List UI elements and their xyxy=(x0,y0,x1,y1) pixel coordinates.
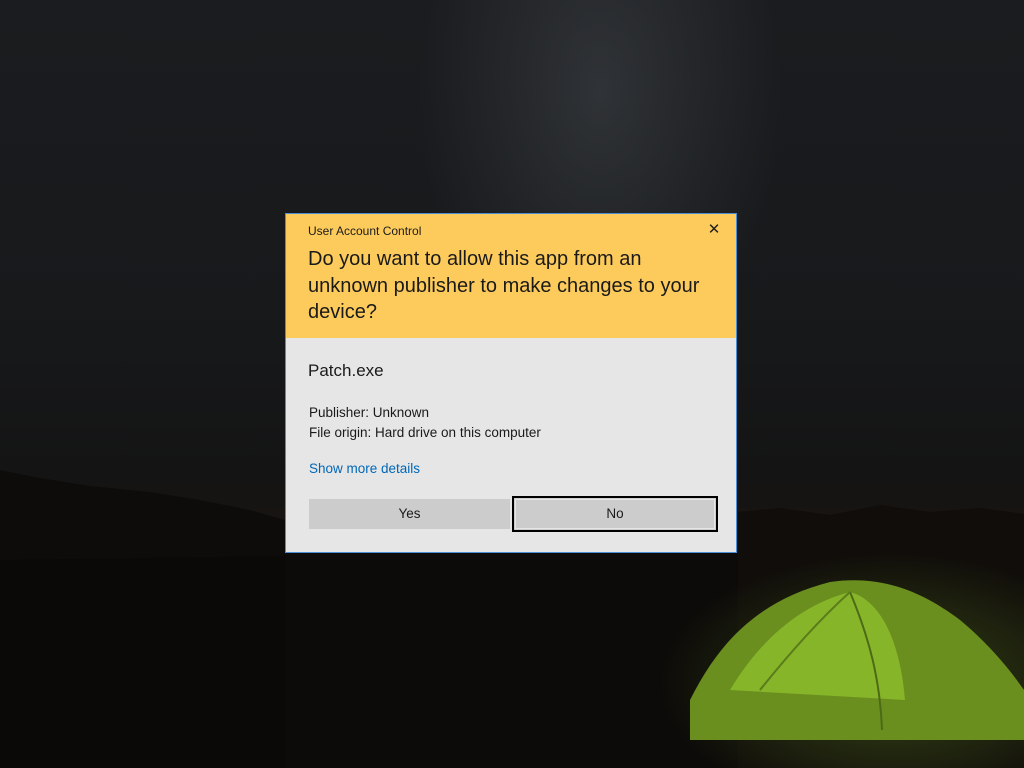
uac-dialog: User Account Control ✕ Do you want to al… xyxy=(285,213,737,553)
details-block: Publisher: Unknown File origin: Hard dri… xyxy=(308,403,714,442)
app-name: Patch.exe xyxy=(308,361,384,380)
uac-body: Patch.exe Publisher: Unknown File origin… xyxy=(286,338,736,554)
dialog-question: Do you want to allow this app from an un… xyxy=(308,248,700,323)
uac-header: User Account Control ✕ Do you want to al… xyxy=(286,214,736,338)
close-icon[interactable]: ✕ xyxy=(704,220,724,240)
yes-button[interactable]: Yes xyxy=(309,499,510,529)
file-origin-text: File origin: Hard drive on this computer xyxy=(309,424,541,440)
button-row: Yes No xyxy=(309,496,718,532)
publisher-text: Publisher: Unknown xyxy=(309,405,430,420)
no-button[interactable]: No xyxy=(512,496,718,532)
desktop-background: User Account Control ✕ Do you want to al… xyxy=(0,0,1024,768)
dialog-title: User Account Control xyxy=(308,224,422,238)
show-more-details-link[interactable]: Show more details xyxy=(308,461,420,476)
no-button-label: No xyxy=(606,506,624,521)
